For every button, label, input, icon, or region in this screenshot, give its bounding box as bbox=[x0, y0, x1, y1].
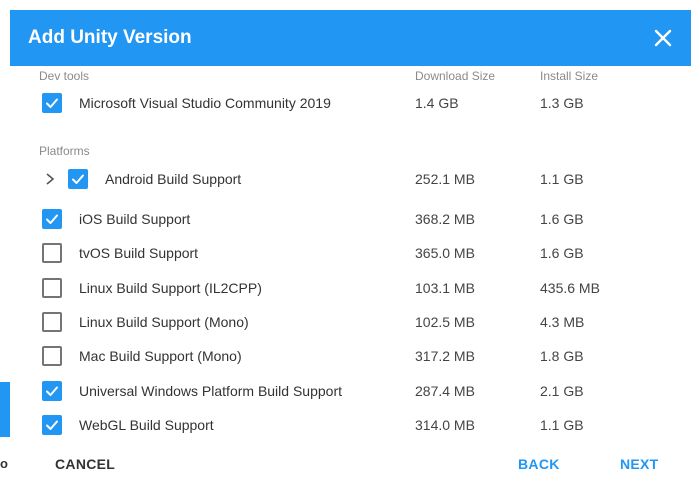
dialog-header: Add Unity Version bbox=[10, 10, 691, 66]
module-checkbox[interactable] bbox=[68, 169, 88, 189]
modules-list[interactable]: Dev tools Download Size Install Size Mic… bbox=[10, 66, 691, 440]
platform-row: Universal Windows Platform Build Support… bbox=[10, 376, 691, 406]
module-checkbox[interactable] bbox=[42, 312, 62, 332]
install-size: 1.8 GB bbox=[540, 348, 584, 364]
close-button[interactable] bbox=[649, 24, 677, 52]
checkmark-icon bbox=[46, 214, 58, 224]
install-size: 1.6 GB bbox=[540, 211, 584, 227]
checkmark-icon bbox=[46, 420, 58, 430]
platform-row: Linux Build Support (Mono) 102.5 MB 4.3 MB bbox=[10, 307, 691, 337]
download-size: 103.1 MB bbox=[415, 280, 475, 296]
next-button[interactable]: NEXT bbox=[620, 456, 659, 472]
module-label: Universal Windows Platform Build Support bbox=[79, 383, 342, 399]
module-label: Android Build Support bbox=[105, 171, 242, 187]
platform-row: Mac Build Support (Mono) 317.2 MB 1.8 GB bbox=[10, 341, 691, 371]
download-size: 314.0 MB bbox=[415, 417, 475, 433]
install-size: 1.1 GB bbox=[540, 171, 584, 187]
close-icon bbox=[654, 29, 672, 47]
install-size: 1.6 GB bbox=[540, 245, 584, 261]
module-checkbox[interactable] bbox=[42, 346, 62, 366]
back-button[interactable]: BACK bbox=[518, 456, 560, 472]
install-size: 1.1 GB bbox=[540, 417, 584, 433]
checkmark-icon bbox=[72, 174, 84, 184]
module-checkbox[interactable] bbox=[42, 278, 62, 298]
module-checkbox[interactable] bbox=[42, 209, 62, 229]
dev-tool-row: Microsoft Visual Studio Community 2019 1.… bbox=[10, 88, 691, 118]
install-size: 1.3 GB bbox=[540, 95, 584, 111]
background-text: o bbox=[0, 456, 8, 471]
install-size: 435.6 MB bbox=[540, 280, 600, 296]
download-size: 368.2 MB bbox=[415, 211, 475, 227]
module-checkbox[interactable] bbox=[42, 415, 62, 435]
section-platforms: Platforms bbox=[39, 144, 90, 158]
module-checkbox[interactable] bbox=[42, 381, 62, 401]
module-label: Linux Build Support (Mono) bbox=[79, 314, 249, 330]
platform-row: Android Build Support 252.1 MB 1.1 GB bbox=[10, 164, 691, 194]
platform-row: WebGL Build Support 314.0 MB 1.1 GB bbox=[10, 410, 691, 440]
checkmark-icon bbox=[46, 98, 58, 108]
chevron-right-icon[interactable] bbox=[44, 172, 56, 186]
module-label: Mac Build Support (Mono) bbox=[79, 348, 242, 364]
dialog-title: Add Unity Version bbox=[28, 27, 192, 48]
add-unity-version-dialog: Add Unity Version Dev tools Download Siz… bbox=[10, 10, 691, 497]
install-size: 4.3 MB bbox=[540, 314, 585, 330]
background-accent bbox=[0, 382, 10, 437]
module-label: iOS Build Support bbox=[79, 211, 191, 227]
module-label: Microsoft Visual Studio Community 2019 bbox=[79, 95, 331, 111]
module-checkbox[interactable] bbox=[42, 93, 62, 113]
platform-row: tvOS Build Support 365.0 MB 1.6 GB bbox=[10, 238, 691, 268]
download-size: 317.2 MB bbox=[415, 348, 475, 364]
column-download-size: Download Size bbox=[415, 69, 496, 83]
module-label: Linux Build Support (IL2CPP) bbox=[79, 280, 262, 296]
module-label: tvOS Build Support bbox=[79, 245, 199, 261]
download-size: 365.0 MB bbox=[415, 245, 475, 261]
install-size: 2.1 GB bbox=[540, 383, 584, 399]
download-size: 1.4 GB bbox=[415, 95, 459, 111]
download-size: 287.4 MB bbox=[415, 383, 475, 399]
platform-row: iOS Build Support 368.2 MB 1.6 GB bbox=[10, 204, 691, 234]
column-install-size: Install Size bbox=[540, 69, 599, 83]
download-size: 252.1 MB bbox=[415, 171, 475, 187]
download-size: 102.5 MB bbox=[415, 314, 475, 330]
module-label: WebGL Build Support bbox=[79, 417, 214, 433]
platform-row: Linux Build Support (IL2CPP) 103.1 MB 435.… bbox=[10, 273, 691, 303]
section-dev-tools: Dev tools bbox=[39, 69, 90, 83]
checkmark-icon bbox=[46, 386, 58, 396]
module-checkbox[interactable] bbox=[42, 243, 62, 263]
cancel-button[interactable]: CANCEL bbox=[55, 456, 115, 472]
dialog-footer: CANCEL BACK NEXT bbox=[10, 440, 691, 497]
